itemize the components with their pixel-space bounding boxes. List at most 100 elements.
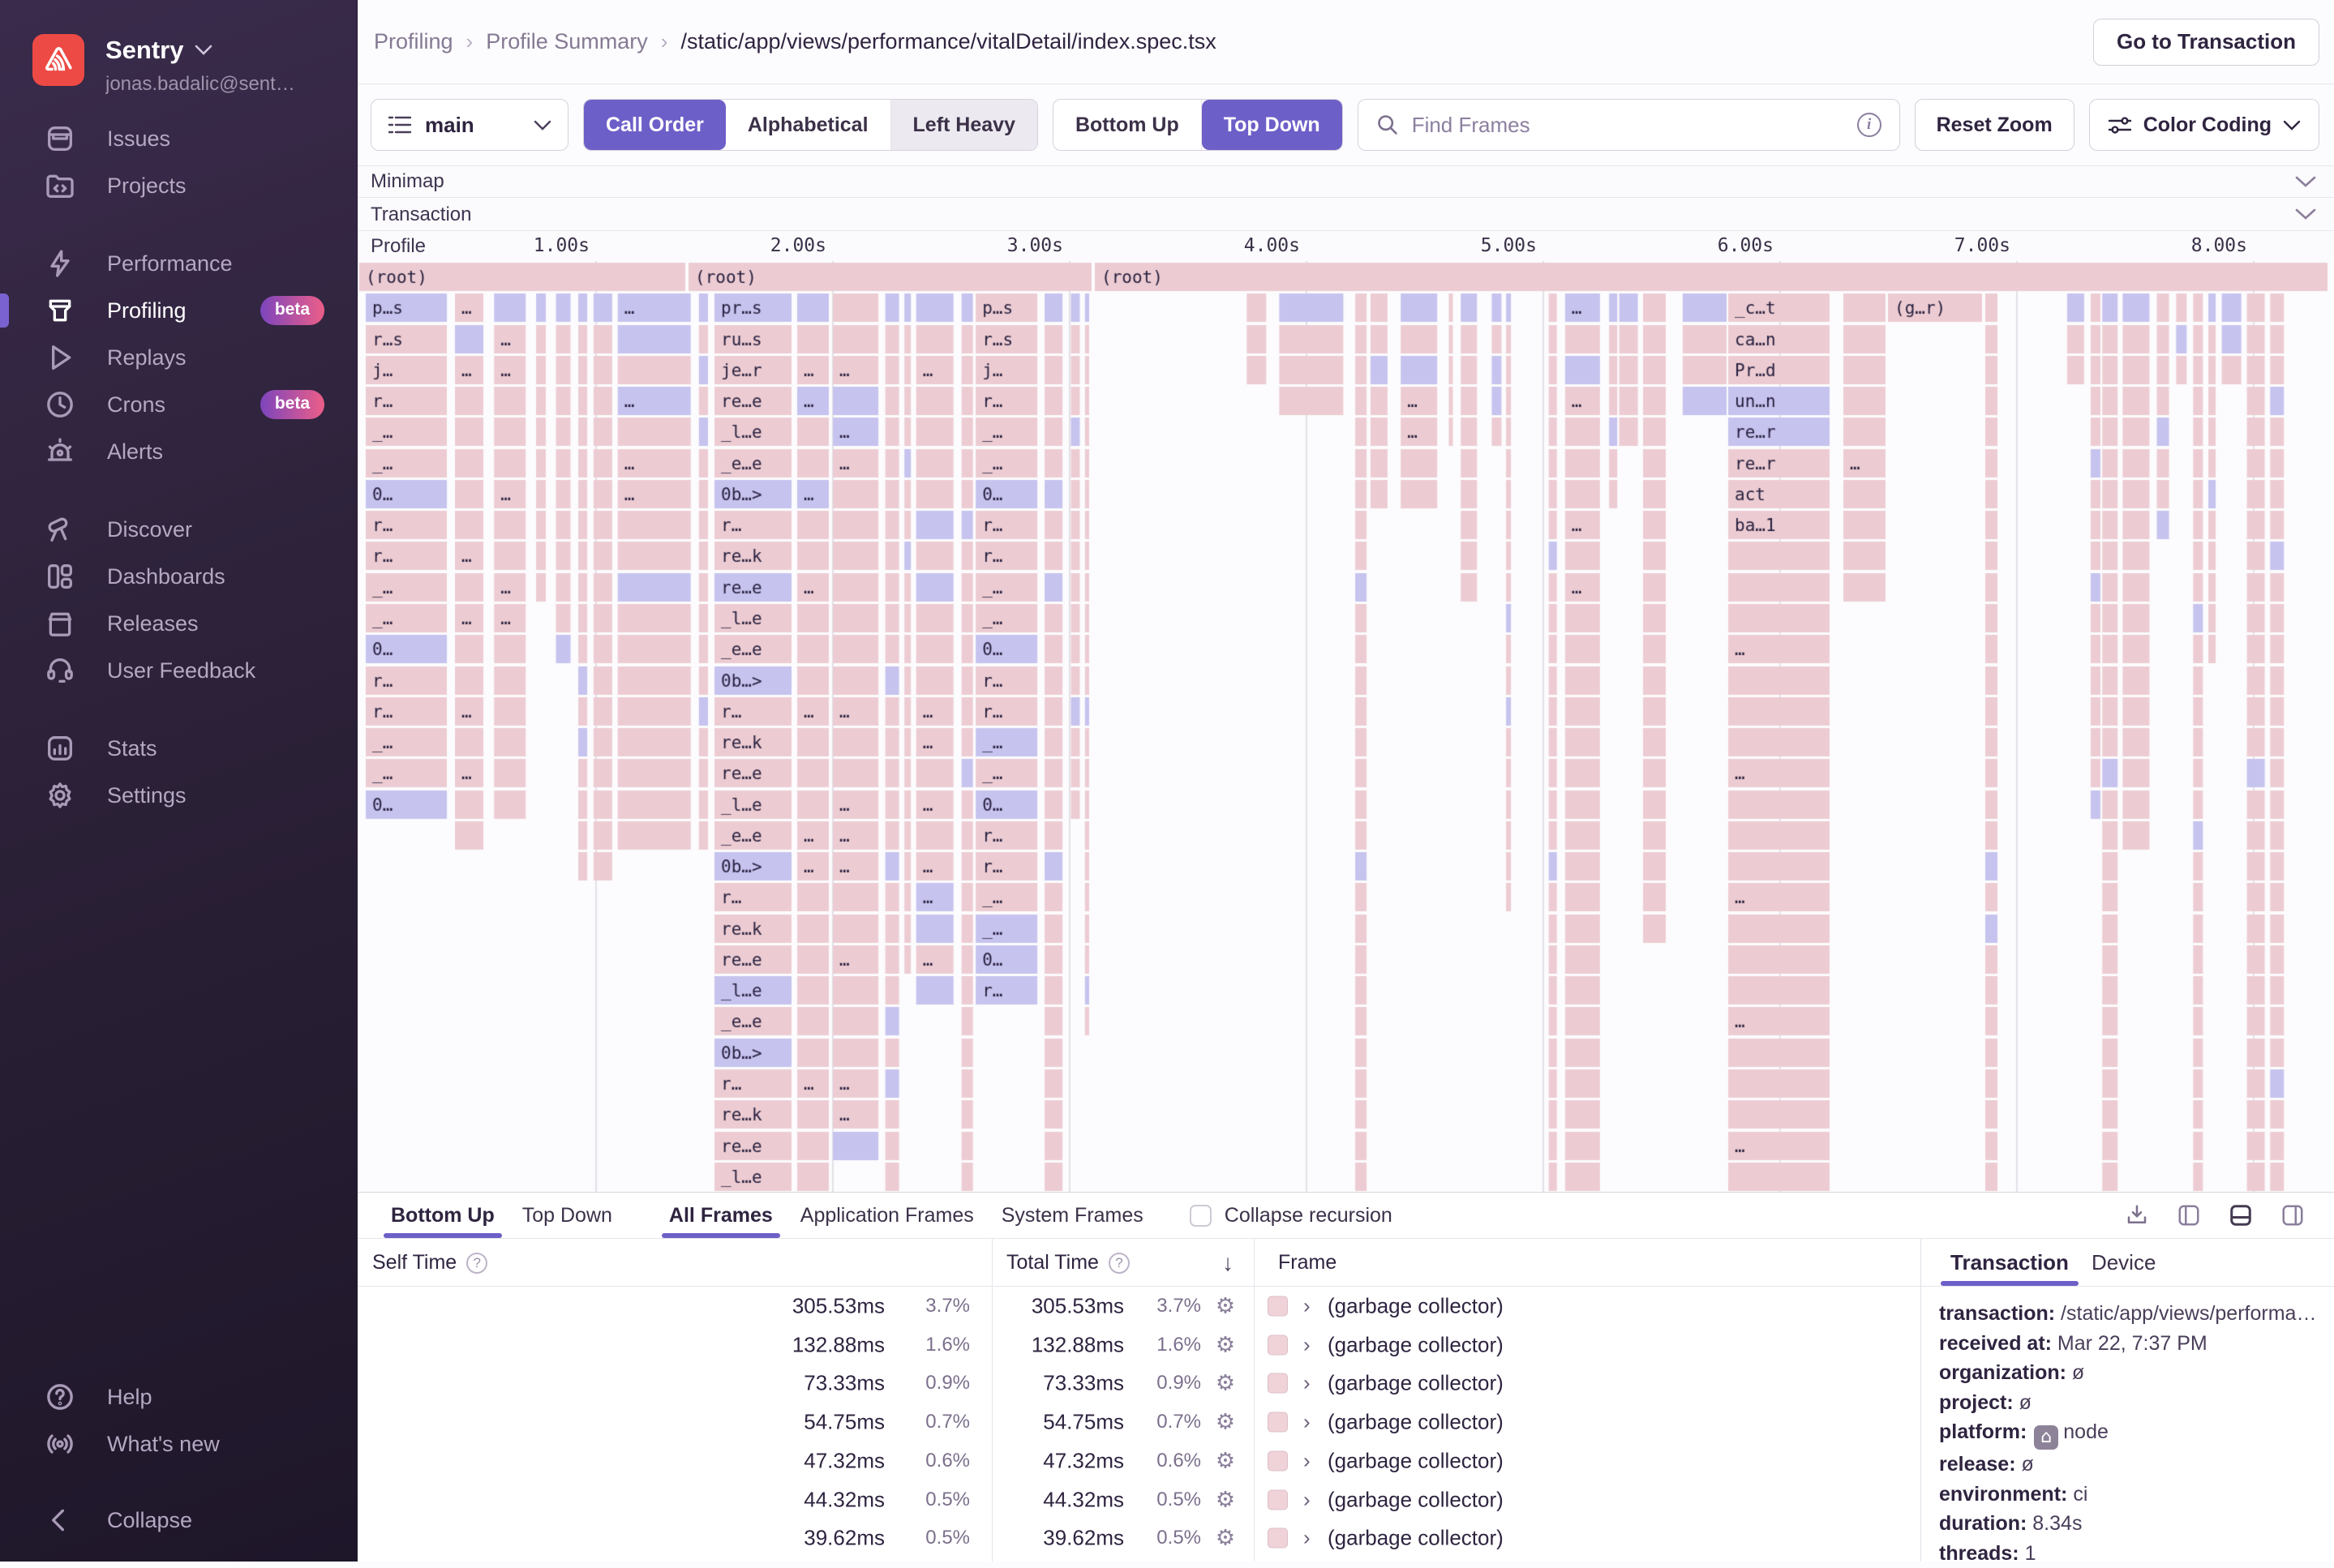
sidebar-item-collapse[interactable]: Collapse	[0, 1497, 357, 1544]
expand-chevron-icon[interactable]: ›	[1303, 1332, 1311, 1357]
frame-name[interactable]: (garbage collector)	[1328, 1487, 1504, 1512]
frame-name[interactable]: (garbage collector)	[1328, 1332, 1504, 1357]
projects-icon	[42, 168, 78, 203]
go-to-transaction-button[interactable]: Go to Transaction	[2093, 19, 2319, 66]
gear-icon[interactable]: ⚙	[1208, 1487, 1243, 1512]
table-row[interactable]: 44.32ms0.5%44.32ms0.5%⚙›(garbage collect…	[358, 1480, 1921, 1519]
table-row[interactable]: 305.53ms3.7%305.53ms3.7%⚙›(garbage colle…	[358, 1287, 1921, 1326]
frame-name[interactable]: (garbage collector)	[1328, 1448, 1504, 1473]
sidebar-item-releases[interactable]: Releases	[0, 600, 357, 647]
transaction-strip[interactable]: Transaction	[358, 199, 2334, 231]
time-tick: 6.00s	[1684, 235, 1774, 256]
sort-left-heavy[interactable]: Left Heavy	[891, 100, 1037, 150]
sidebar-item-performance[interactable]: Performance	[0, 240, 357, 287]
broadcast-icon	[42, 1426, 78, 1462]
time-axis: 1.00s2.00s3.00s4.00s5.00s6.00s7.00s8.00s	[358, 232, 2334, 261]
minimap-strip[interactable]: Minimap	[358, 165, 2334, 198]
frame-header[interactable]: Frame	[1278, 1239, 1336, 1287]
tab-bottom-up[interactable]: Bottom Up	[377, 1193, 508, 1238]
sidebar-item-replays[interactable]: Replays	[0, 334, 357, 381]
sidebar-item-stats[interactable]: Stats	[0, 725, 357, 772]
layout-left-icon[interactable]	[2177, 1203, 2201, 1227]
layout-bottom-icon[interactable]	[2229, 1203, 2253, 1227]
total-time-value: 73.33ms	[937, 1371, 1124, 1396]
flamegraph-canvas[interactable]	[359, 261, 2334, 1192]
gear-icon[interactable]: ⚙	[1208, 1526, 1243, 1551]
chevron-down-icon[interactable]	[2295, 176, 2316, 188]
sidebar-item-what-s-new[interactable]: What's new	[0, 1420, 357, 1467]
tab-application-frames[interactable]: Application Frames	[787, 1193, 988, 1238]
crumb-profiling[interactable]: Profiling	[374, 29, 453, 54]
sort-desc-icon[interactable]: ↓	[1222, 1239, 1234, 1287]
reset-zoom-button[interactable]: Reset Zoom	[1915, 99, 2074, 151]
direction-bottom-up[interactable]: Bottom Up	[1053, 100, 1202, 150]
frame-name[interactable]: (garbage collector)	[1328, 1410, 1504, 1435]
collapse-recursion-checkbox[interactable]	[1190, 1205, 1212, 1227]
table-row[interactable]: 132.88ms1.6%132.88ms1.6%⚙›(garbage colle…	[358, 1326, 1921, 1365]
gear-icon[interactable]: ⚙	[1208, 1294, 1243, 1319]
expand-chevron-icon[interactable]: ›	[1303, 1448, 1311, 1473]
table-row[interactable]: 39.62ms0.5%39.62ms0.5%⚙›(garbage collect…	[358, 1519, 1921, 1557]
time-tick: 5.00s	[1448, 235, 1537, 256]
chevron-down-icon[interactable]	[2295, 208, 2316, 221]
table-row[interactable]: 54.75ms0.7%54.75ms0.7%⚙›(garbage collect…	[358, 1403, 1921, 1442]
releases-icon	[42, 606, 78, 641]
color-coding-button[interactable]: Color Coding	[2089, 99, 2319, 151]
tab-top-down[interactable]: Top Down	[508, 1193, 626, 1238]
gear-icon[interactable]: ⚙	[1208, 1410, 1243, 1435]
sidebar-item-alerts[interactable]: Alerts	[0, 428, 357, 475]
expand-chevron-icon[interactable]: ›	[1303, 1294, 1311, 1319]
self-time-value: 73.33ms	[698, 1371, 885, 1396]
help-icon[interactable]: ?	[466, 1253, 487, 1274]
gear-icon[interactable]: ⚙	[1208, 1371, 1243, 1396]
main-area: Profiling › Profile Summary › /static/ap…	[357, 0, 2334, 1562]
search-input[interactable]	[1412, 113, 1844, 138]
tab-system-frames[interactable]: System Frames	[988, 1193, 1157, 1238]
gear-icon[interactable]: ⚙	[1208, 1448, 1243, 1473]
info-icon[interactable]: i	[1857, 113, 1881, 137]
sort-alphabetical[interactable]: Alphabetical	[726, 100, 891, 150]
sidebar-item-projects[interactable]: Projects	[0, 162, 357, 209]
expand-chevron-icon[interactable]: ›	[1303, 1410, 1311, 1435]
expand-chevron-icon[interactable]: ›	[1303, 1371, 1311, 1396]
table-row[interactable]: 73.33ms0.9%73.33ms0.9%⚙›(garbage collect…	[358, 1364, 1921, 1403]
crons-icon	[42, 387, 78, 422]
gear-icon[interactable]: ⚙	[1208, 1332, 1243, 1357]
tab-transaction[interactable]: Transaction	[1939, 1239, 2080, 1286]
sidebar-item-discover[interactable]: Discover	[0, 506, 357, 553]
tab-device[interactable]: Device	[2080, 1239, 2167, 1286]
frame-name[interactable]: (garbage collector)	[1328, 1526, 1504, 1551]
minimap-label: Minimap	[371, 170, 444, 193]
expand-chevron-icon[interactable]: ›	[1303, 1487, 1311, 1512]
crumb-profile-summary[interactable]: Profile Summary	[486, 29, 648, 54]
issues-icon	[42, 121, 78, 156]
total-time-header[interactable]: Total Time?	[1006, 1239, 1130, 1287]
sidebar-item-crons[interactable]: Cronsbeta	[0, 381, 357, 428]
frame-name[interactable]: (garbage collector)	[1328, 1371, 1504, 1396]
self-time-header[interactable]: Self Time?	[372, 1239, 487, 1287]
frame-name[interactable]: (garbage collector)	[1328, 1294, 1504, 1319]
detail-row: release: ø	[1939, 1450, 2323, 1480]
settings-icon	[42, 778, 78, 813]
time-tick: 7.00s	[1921, 235, 2010, 256]
sidebar-item-issues[interactable]: Issues	[0, 115, 357, 162]
sentry-logo-icon[interactable]	[32, 34, 84, 86]
beta-badge: beta	[260, 390, 324, 419]
layout-right-icon[interactable]	[2280, 1203, 2305, 1227]
sort-call-order[interactable]: Call Order	[584, 100, 726, 150]
time-tick: 8.00s	[2158, 235, 2247, 256]
direction-top-down[interactable]: Top Down	[1202, 100, 1342, 150]
download-icon[interactable]	[2125, 1203, 2149, 1227]
sidebar-item-dashboards[interactable]: Dashboards	[0, 553, 357, 600]
sidebar-item-user-feedback[interactable]: User Feedback	[0, 647, 357, 694]
sidebar-item-settings[interactable]: Settings	[0, 772, 357, 819]
sidebar-item-profiling[interactable]: Profilingbeta	[0, 287, 357, 334]
org-switcher[interactable]: Sentry	[105, 36, 341, 65]
profiling-icon	[42, 293, 78, 328]
sidebar-item-help[interactable]: Help	[0, 1373, 357, 1420]
thread-select[interactable]: main	[371, 99, 568, 151]
tab-all-frames[interactable]: All Frames	[655, 1193, 787, 1238]
table-row[interactable]: 47.32ms0.6%47.32ms0.6%⚙›(garbage collect…	[358, 1442, 1921, 1480]
help-icon[interactable]: ?	[1109, 1253, 1130, 1274]
expand-chevron-icon[interactable]: ›	[1303, 1526, 1311, 1551]
